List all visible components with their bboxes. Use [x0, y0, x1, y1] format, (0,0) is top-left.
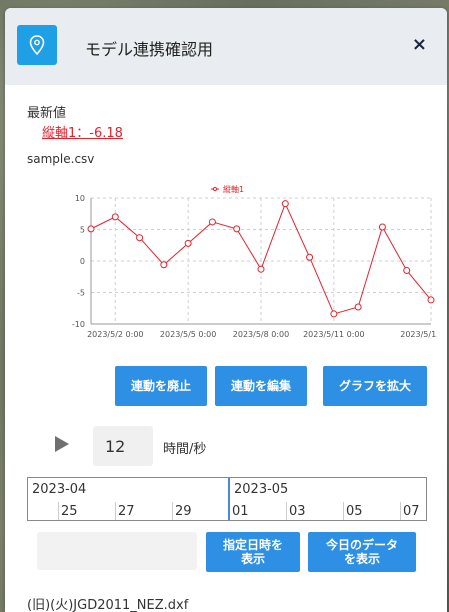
- x-tick-label: 2023/5/5 0:00: [160, 330, 216, 339]
- latest-value-link[interactable]: 縦軸1：-6.18: [42, 122, 123, 141]
- timeline[interactable]: 2023-04 2023-05 25 27 29 01 03 05 07: [27, 477, 427, 521]
- speed-unit-label: 時間/秒: [163, 442, 207, 457]
- timeline-day: 27: [118, 504, 135, 519]
- data-point: [233, 225, 241, 233]
- data-point: [378, 223, 386, 231]
- timeline-day: 29: [175, 504, 192, 519]
- y-tick-label: 0: [80, 257, 85, 266]
- timeline-day: 01: [232, 504, 249, 519]
- show-specified-datetime-button[interactable]: 指定日時を 表示: [206, 532, 300, 572]
- line-chart: 10 5 0 -5 -102023/5/2 0:00 2023/5/5 0:00 2023/…: [72, 184, 437, 339]
- x-tick-label: 2023/5/8 0:00: [233, 330, 289, 339]
- dxf-filename: (旧)(火)JGD2011_NEZ.dxf: [27, 598, 189, 612]
- abolish-link-button[interactable]: 連動を廃止: [115, 366, 207, 406]
- data-point: [427, 296, 435, 304]
- data-point: [330, 310, 338, 318]
- data-point: [354, 303, 362, 311]
- y-tick-label: 5: [80, 226, 85, 235]
- data-point: [160, 261, 168, 269]
- timeline-tick: [115, 502, 116, 520]
- timeline-month: 2023-05: [234, 482, 289, 497]
- data-point: [281, 200, 289, 208]
- expand-graph-button[interactable]: グラフを拡大: [323, 366, 427, 406]
- legend-marker: [212, 186, 218, 192]
- timeline-day: 07: [403, 504, 420, 519]
- timeline-tick: [400, 502, 401, 520]
- datetime-input[interactable]: [37, 532, 197, 570]
- y-tick-label: -5: [77, 289, 85, 298]
- timeline-day: 05: [346, 504, 363, 519]
- location-pin-icon: [17, 25, 57, 65]
- speed-input[interactable]: [93, 426, 153, 466]
- data-point: [306, 253, 314, 261]
- model-link-panel: モデル連携確認用 × 最新値 縦軸1：-6.18 sample.csv 10 5 0…: [5, 8, 447, 612]
- legend-label: 縦軸1: [223, 184, 244, 194]
- play-icon[interactable]: [55, 436, 69, 452]
- timeline-day: 03: [289, 504, 306, 519]
- latest-value-label: 最新値: [27, 106, 67, 121]
- x-tick-label: 2023/5/2 0:00: [87, 330, 143, 339]
- close-icon[interactable]: ×: [412, 34, 427, 55]
- panel-header: モデル連携確認用 ×: [5, 8, 447, 85]
- timeline-tick: [172, 502, 173, 520]
- timeline-month: 2023-04: [32, 482, 87, 497]
- show-today-data-button[interactable]: 今日のデータ を表示: [308, 532, 416, 572]
- data-point: [111, 213, 119, 221]
- data-point: [184, 239, 192, 247]
- timeline-tick: [58, 502, 59, 520]
- timeline-tick: [343, 502, 344, 520]
- data-point: [87, 225, 95, 233]
- data-point: [136, 234, 144, 242]
- y-tick-label: -10: [72, 320, 85, 329]
- data-point: [208, 218, 216, 226]
- edit-link-button[interactable]: 連動を編集: [215, 366, 307, 406]
- panel-title: モデル連携確認用: [85, 40, 214, 59]
- csv-filename: sample.csv: [27, 152, 95, 166]
- data-point: [257, 265, 265, 273]
- x-tick-label: 2023/5/11 0:00: [303, 330, 365, 339]
- timeline-tick: [286, 502, 287, 520]
- timeline-day: 25: [61, 504, 78, 519]
- x-tick-label: 2023/5/15 0:00: [400, 330, 437, 339]
- data-point: [403, 266, 411, 274]
- y-tick-label: 10: [75, 194, 85, 203]
- timeline-cursor[interactable]: [228, 478, 230, 520]
